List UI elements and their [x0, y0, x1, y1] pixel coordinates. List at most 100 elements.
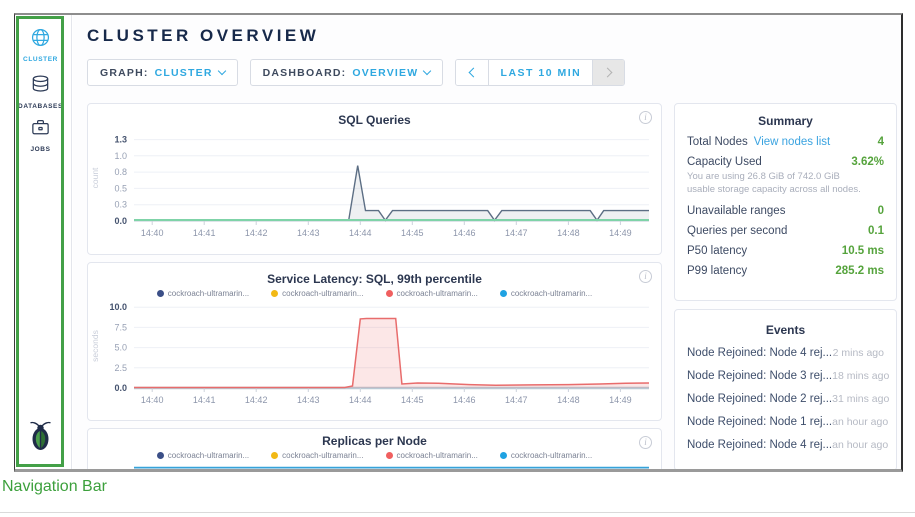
chart-legend: cockroach-ultramarin... cockroach-ultram…	[88, 289, 661, 298]
legend-item: cockroach-ultramarin...	[386, 289, 478, 298]
legend-label: cockroach-ultramarin...	[511, 451, 592, 460]
legend-label: cockroach-ultramarin...	[168, 289, 249, 298]
sidebar-item-label: CLUSTER	[15, 56, 66, 63]
legend-label: cockroach-ultramarin...	[168, 451, 249, 460]
view-nodes-list-link[interactable]: View nodes list	[754, 136, 831, 148]
event-text: Node Rejoined: Node 4 rej...	[687, 439, 832, 451]
series-dot-icon	[386, 290, 393, 297]
main-content: CLUSTER OVERVIEW GRAPH: CLUSTER DASHBOAR…	[73, 15, 901, 469]
summary-title: Summary	[675, 114, 896, 128]
summary-row-value: 3.62%	[851, 156, 884, 168]
summary-row: P50 latency10.5 ms	[675, 237, 896, 257]
svg-text:0.8: 0.8	[114, 167, 127, 177]
sidebar-item-jobs[interactable]: JOBS	[15, 117, 66, 153]
capacity-note: You are using 26.8 GiB of 742.0 GiB usab…	[675, 168, 896, 197]
app-window: CLUSTER DATABASES JOBS CLUSTER OVERVIEW …	[14, 13, 903, 472]
sidebar-item-databases[interactable]: DATABASES	[15, 74, 66, 110]
legend-item: cockroach-ultramarin...	[500, 451, 592, 460]
event-row: Node Rejoined: Node 4 rej... an hour ago	[675, 433, 896, 456]
svg-text:14:48: 14:48	[557, 395, 580, 405]
event-time: 18 mins ago	[832, 370, 889, 382]
svg-text:count: count	[90, 167, 100, 188]
info-icon[interactable]: i	[639, 270, 652, 283]
info-icon[interactable]: i	[639, 111, 652, 124]
summary-row-value: 0	[878, 205, 884, 217]
event-time: 2 mins ago	[833, 347, 884, 359]
chart-plot: 400	[88, 460, 659, 469]
info-icon[interactable]: i	[639, 436, 652, 449]
summary-row-label: Unavailable ranges	[687, 205, 785, 217]
svg-text:14:40: 14:40	[141, 395, 164, 405]
chart-plot: 14:4014:4114:4214:4314:4414:4514:4614:47…	[88, 298, 659, 410]
controls-bar: GRAPH: CLUSTER DASHBOARD: OVERVIEW LAST …	[87, 59, 901, 86]
summary-row-label: Queries per second	[687, 225, 787, 237]
series-dot-icon	[271, 452, 278, 459]
time-range-selector: LAST 10 MIN	[455, 59, 625, 86]
events-title: Events	[675, 323, 896, 337]
summary-row: Unavailable ranges 0	[675, 197, 896, 217]
chart-card-sql-queries: SQL Queries i14:4014:4114:4214:4314:4414…	[87, 103, 662, 255]
event-text: Node Rejoined: Node 1 rej...	[687, 416, 832, 428]
svg-text:14:46: 14:46	[453, 395, 476, 405]
globe-icon	[30, 35, 51, 52]
svg-text:14:48: 14:48	[557, 228, 580, 238]
svg-text:14:43: 14:43	[297, 228, 320, 238]
svg-text:0.0: 0.0	[114, 216, 127, 226]
events-panel: Events Node Rejoined: Node 4 rej... 2 mi…	[674, 309, 897, 469]
summary-row-value: 0.1	[868, 225, 884, 237]
series-dot-icon	[500, 452, 507, 459]
summary-row-value: 285.2 ms	[835, 265, 884, 277]
annotation-label: Navigation Bar	[2, 478, 107, 496]
event-text: Node Rejoined: Node 4 rej...	[687, 347, 832, 359]
legend-item: cockroach-ultramarin...	[271, 289, 363, 298]
bottom-divider	[0, 512, 915, 513]
legend-item: cockroach-ultramarin...	[157, 289, 249, 298]
summary-row-value: 10.5 ms	[842, 245, 884, 257]
sidebar-item-label: DATABASES	[15, 103, 66, 110]
screenshot-canvas: CLUSTER DATABASES JOBS CLUSTER OVERVIEW …	[0, 0, 915, 517]
summary-row-label: P99 latency	[687, 265, 747, 277]
summary-row-value: 4	[878, 136, 884, 148]
graph-dropdown[interactable]: GRAPH: CLUSTER	[87, 59, 238, 86]
chart-card-service-latency-sql-99th-percentile: Service Latency: SQL, 99th percentile i …	[87, 262, 662, 421]
time-range-next-button[interactable]	[592, 60, 624, 85]
page-title: CLUSTER OVERVIEW	[87, 26, 901, 46]
chevron-right-icon	[603, 68, 613, 78]
series-dot-icon	[386, 452, 393, 459]
svg-text:0.0: 0.0	[114, 383, 127, 393]
chevron-left-icon	[468, 68, 478, 78]
chart-title: Replicas per Node	[88, 434, 661, 448]
svg-text:7.5: 7.5	[114, 322, 127, 332]
sidebar-item-cluster[interactable]: CLUSTER	[15, 27, 66, 63]
series-dot-icon	[500, 290, 507, 297]
chart-card-replicas-per-node: Replicas per Node i cockroach-ultramarin…	[87, 428, 662, 469]
dashboard-dropdown[interactable]: DASHBOARD: OVERVIEW	[250, 59, 444, 86]
legend-label: cockroach-ultramarin...	[397, 451, 478, 460]
legend-label: cockroach-ultramarin...	[511, 289, 592, 298]
time-range-prev-button[interactable]	[456, 60, 488, 85]
series-dot-icon	[157, 290, 164, 297]
legend-label: cockroach-ultramarin...	[282, 451, 363, 460]
event-row: Node Rejoined: Node 3 rej... 18 mins ago	[675, 364, 896, 387]
dashboard-dropdown-value: OVERVIEW	[352, 67, 418, 79]
series-dot-icon	[271, 290, 278, 297]
svg-text:14:41: 14:41	[193, 228, 216, 238]
event-time: 31 mins ago	[832, 393, 889, 405]
cockroachdb-logo[interactable]	[15, 421, 66, 457]
svg-text:400: 400	[112, 468, 127, 469]
svg-text:14:47: 14:47	[505, 228, 528, 238]
svg-text:14:43: 14:43	[297, 395, 320, 405]
graph-dropdown-label: GRAPH:	[100, 67, 149, 79]
summary-row-label: Total Nodes	[687, 136, 748, 148]
svg-text:14:46: 14:46	[453, 228, 476, 238]
database-icon	[30, 82, 51, 99]
dashboard-dropdown-label: DASHBOARD:	[263, 67, 347, 79]
svg-text:2.5: 2.5	[114, 363, 127, 373]
right-column: Summary Total Nodes View nodes list 4 Capac…	[674, 103, 897, 469]
summary-row-label: Capacity Used	[687, 156, 762, 168]
svg-text:14:47: 14:47	[505, 395, 528, 405]
legend-label: cockroach-ultramarin...	[282, 289, 363, 298]
svg-text:1.0: 1.0	[114, 151, 127, 161]
chart-title: SQL Queries	[88, 113, 661, 127]
time-range-label[interactable]: LAST 10 MIN	[488, 60, 592, 85]
